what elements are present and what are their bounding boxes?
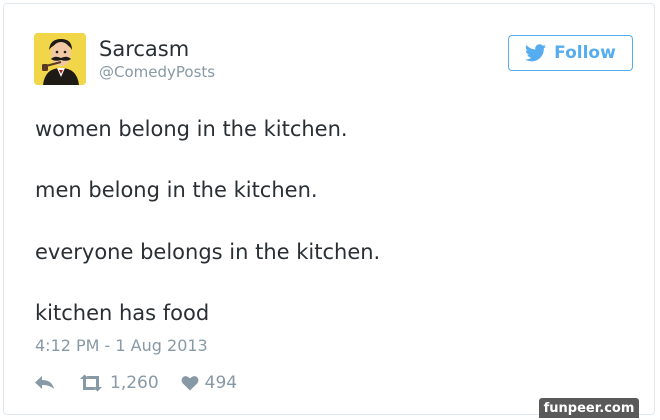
watermark: funpeer.com (539, 398, 639, 418)
mustache-man-avatar-icon (34, 33, 86, 85)
follow-button[interactable]: Follow (508, 35, 633, 71)
tweet-actions: 1,260 494 (34, 370, 237, 396)
heart-icon (181, 376, 199, 391)
reply-icon (35, 376, 54, 389)
twitter-bird-icon (525, 44, 547, 62)
author-display-name[interactable]: Sarcasm (99, 36, 189, 62)
retweet-icon (80, 374, 102, 392)
retweet-button[interactable]: 1,260 (78, 373, 159, 393)
tweet-card: Sarcasm @ComedyPosts Follow women belong… (3, 3, 655, 415)
tweet-text-line-4: kitchen has food (35, 301, 210, 325)
tweet-text-line-3: everyone belongs in the kitchen. (35, 240, 381, 264)
tweet-text-line-2: men belong in the kitchen. (35, 178, 318, 202)
like-button[interactable]: 494 (181, 373, 237, 393)
avatar[interactable] (34, 33, 86, 85)
reply-button[interactable] (34, 375, 56, 391)
like-count: 494 (204, 373, 238, 393)
retweet-count: 1,260 (110, 373, 159, 393)
tweet-text-line-1: women belong in the kitchen. (35, 117, 348, 141)
author-handle[interactable]: @ComedyPosts (99, 62, 215, 82)
tweet-timestamp[interactable]: 4:12 PM - 1 Aug 2013 (35, 335, 208, 357)
follow-button-label: Follow (554, 43, 616, 63)
